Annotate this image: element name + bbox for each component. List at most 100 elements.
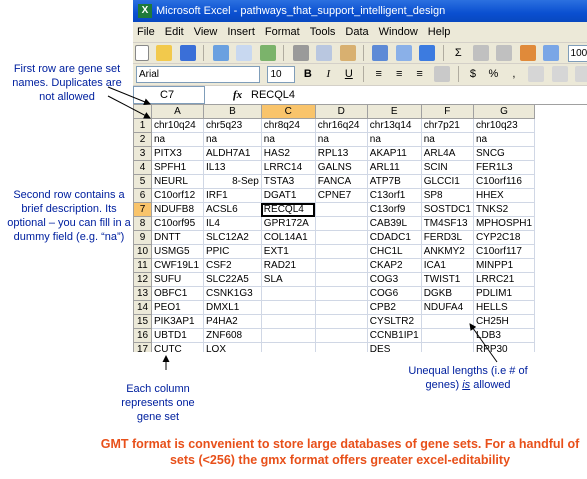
menu-insert[interactable]: Insert [222,22,260,42]
cell-c14[interactable] [260,300,316,315]
cell-f13[interactable]: DGKB [420,286,474,301]
menu-tools[interactable]: Tools [305,22,341,42]
increase-decimal-icon[interactable] [528,66,545,82]
indent-icon[interactable] [575,66,587,82]
row-header[interactable]: 9 [133,230,152,245]
percent-button[interactable]: % [486,66,500,82]
cell-g10[interactable]: C10orf117 [472,244,536,259]
cell-e1[interactable]: chr13q14 [366,118,422,133]
cell-a14[interactable]: PEO1 [151,300,204,315]
cell-g3[interactable]: SNCG [472,146,536,161]
cell-c8[interactable]: GPR172A [260,216,316,231]
cell-e2[interactable]: na [366,132,422,147]
spelling-icon[interactable] [259,45,276,61]
bold-button[interactable]: B [301,66,315,82]
cell-d12[interactable] [314,272,368,287]
cell-b12[interactable]: SLC22A5 [203,272,262,287]
cell-g4[interactable]: FER1L3 [472,160,536,175]
cell-g7[interactable]: TNKS2 [472,202,536,217]
align-right-icon[interactable]: ≡ [413,66,427,82]
cell-f8[interactable]: TM4SF13 [420,216,474,231]
cell-a11[interactable]: CWF19L1 [151,258,204,273]
cell-g13[interactable]: PDLIM1 [472,286,536,301]
print-icon[interactable] [212,45,229,61]
cell-e11[interactable]: CKAP2 [366,258,422,273]
cell-c7[interactable]: RECQL4 [260,202,316,217]
cell-b8[interactable]: IL4 [203,216,262,231]
print-preview-icon[interactable] [236,45,253,61]
cell-b11[interactable]: CSF2 [203,258,262,273]
cell-d10[interactable] [314,244,368,259]
cell-g17[interactable]: RPP30 [472,342,536,352]
cell-b14[interactable]: DMXL1 [203,300,262,315]
cell-a16[interactable]: UBTD1 [151,328,204,343]
cell-a17[interactable]: CUTC [151,342,204,352]
cell-c5[interactable]: TSTA3 [260,174,316,189]
select-all-corner[interactable] [133,104,152,119]
cell-a9[interactable]: DNTT [151,230,204,245]
cell-a2[interactable]: na [151,132,204,147]
italic-button[interactable]: I [321,66,335,82]
menu-format[interactable]: Format [260,22,305,42]
cell-f11[interactable]: ICA1 [420,258,474,273]
cell-b16[interactable]: ZNF608 [203,328,262,343]
cell-e9[interactable]: CDADC1 [366,230,422,245]
cell-b4[interactable]: IL13 [203,160,262,175]
cell-b6[interactable]: IRF1 [203,188,262,203]
cell-c10[interactable]: EXT1 [260,244,316,259]
column-header-a[interactable]: A [151,104,204,119]
row-header[interactable]: 6 [133,188,152,203]
cell-c15[interactable] [260,314,316,329]
cell-c12[interactable]: SLA [260,272,316,287]
cell-d11[interactable] [314,258,368,273]
cell-g9[interactable]: CYP2C18 [472,230,536,245]
cell-e6[interactable]: C13orf1 [366,188,422,203]
cell-d7[interactable] [314,202,368,217]
copy-icon[interactable] [316,45,333,61]
cell-f10[interactable]: ANKMY2 [420,244,474,259]
cell-b13[interactable]: CSNK1G3 [203,286,262,301]
row-header[interactable]: 4 [133,160,152,175]
cell-c2[interactable]: na [260,132,316,147]
cell-c3[interactable]: HAS2 [260,146,316,161]
cell-d1[interactable]: chr16q24 [314,118,368,133]
name-box[interactable]: C7 [133,86,205,104]
sort-ascending-icon[interactable] [472,45,489,61]
cell-g14[interactable]: HELLS [472,300,536,315]
row-header[interactable]: 17 [133,342,152,352]
cell-e4[interactable]: ARL11 [366,160,422,175]
font-name-box[interactable]: Arial [136,66,260,83]
merge-center-icon[interactable] [434,66,451,82]
cell-e13[interactable]: COG6 [366,286,422,301]
cell-g1[interactable]: chr10q23 [472,118,536,133]
menu-data[interactable]: Data [340,22,373,42]
row-header[interactable]: 15 [133,314,152,329]
cell-a10[interactable]: USMG5 [151,244,204,259]
column-header-b[interactable]: B [203,104,262,119]
cell-g2[interactable]: na [472,132,536,147]
cell-b3[interactable]: ALDH7A1 [203,146,262,161]
cell-b10[interactable]: PPIC [203,244,262,259]
cell-a4[interactable]: SPFH1 [151,160,204,175]
cell-g6[interactable]: HHEX [472,188,536,203]
redo-icon[interactable] [395,45,412,61]
underline-button[interactable]: U [342,66,356,82]
row-header[interactable]: 3 [133,146,152,161]
cell-a8[interactable]: C10orf95 [151,216,204,231]
new-icon[interactable] [135,45,149,61]
cell-a15[interactable]: PIK3AP1 [151,314,204,329]
cell-e5[interactable]: ATP7B [366,174,422,189]
menu-edit[interactable]: Edit [160,22,189,42]
cell-f7[interactable]: SOSTDC1 [420,202,474,217]
cell-d2[interactable]: na [314,132,368,147]
drawing-icon[interactable] [543,45,560,61]
cell-g15[interactable]: CH25H [472,314,536,329]
comma-style-icon[interactable]: , [507,66,521,82]
cell-c9[interactable]: COL14A1 [260,230,316,245]
fx-icon[interactable]: fx [233,86,242,104]
font-size-box[interactable]: 10 [267,66,296,83]
cell-f14[interactable]: NDUFA4 [420,300,474,315]
cell-e10[interactable]: CHC1L [366,244,422,259]
cell-e12[interactable]: COG3 [366,272,422,287]
autosum-icon[interactable]: Σ [451,45,465,61]
